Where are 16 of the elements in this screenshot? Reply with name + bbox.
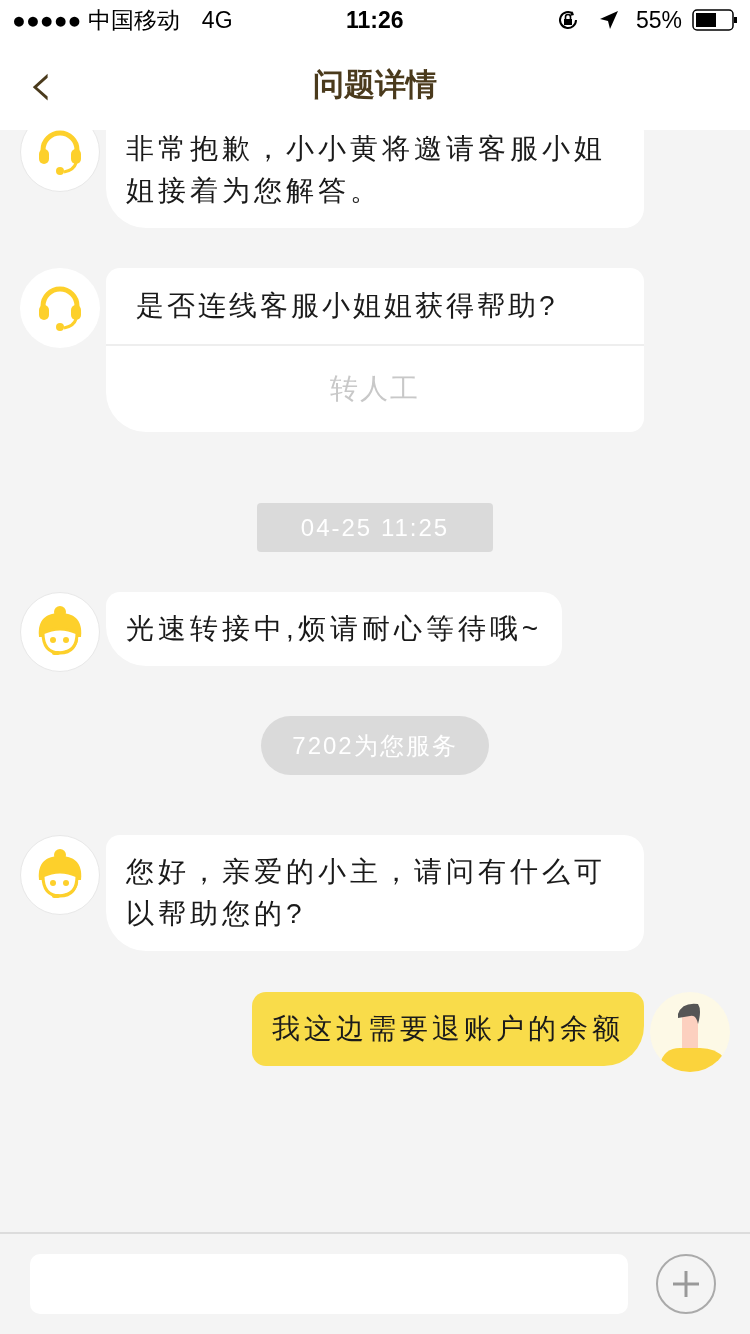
message-bubble: 我这边需要退账户的余额 <box>252 992 644 1066</box>
prompt-question: 是否连线客服小姐姐获得帮助? <box>106 268 644 346</box>
back-button[interactable]: ‹ <box>28 54 54 114</box>
message-bubble: 非常抱歉，小小黄将邀请客服小姐姐接着为您解答。 <box>106 130 644 228</box>
headset-icon <box>37 130 83 175</box>
carrier-text: ●●●●● 中国移动 <box>12 5 180 35</box>
clock-text: 11:26 <box>346 5 404 35</box>
headset-icon <box>37 285 83 331</box>
message-bubble: 您好，亲爱的小主，请问有什么可以帮助您的? <box>106 835 644 951</box>
plus-button[interactable] <box>656 1254 716 1314</box>
plus-icon <box>671 1269 701 1299</box>
battery-icon <box>692 9 738 31</box>
message-bubble: 光速转接中,烦请耐心等待哦~ <box>106 592 563 666</box>
battery-percent: 55% <box>635 5 682 35</box>
page-title: 问题详情 <box>313 65 437 104</box>
network-text: 4G <box>201 5 233 35</box>
